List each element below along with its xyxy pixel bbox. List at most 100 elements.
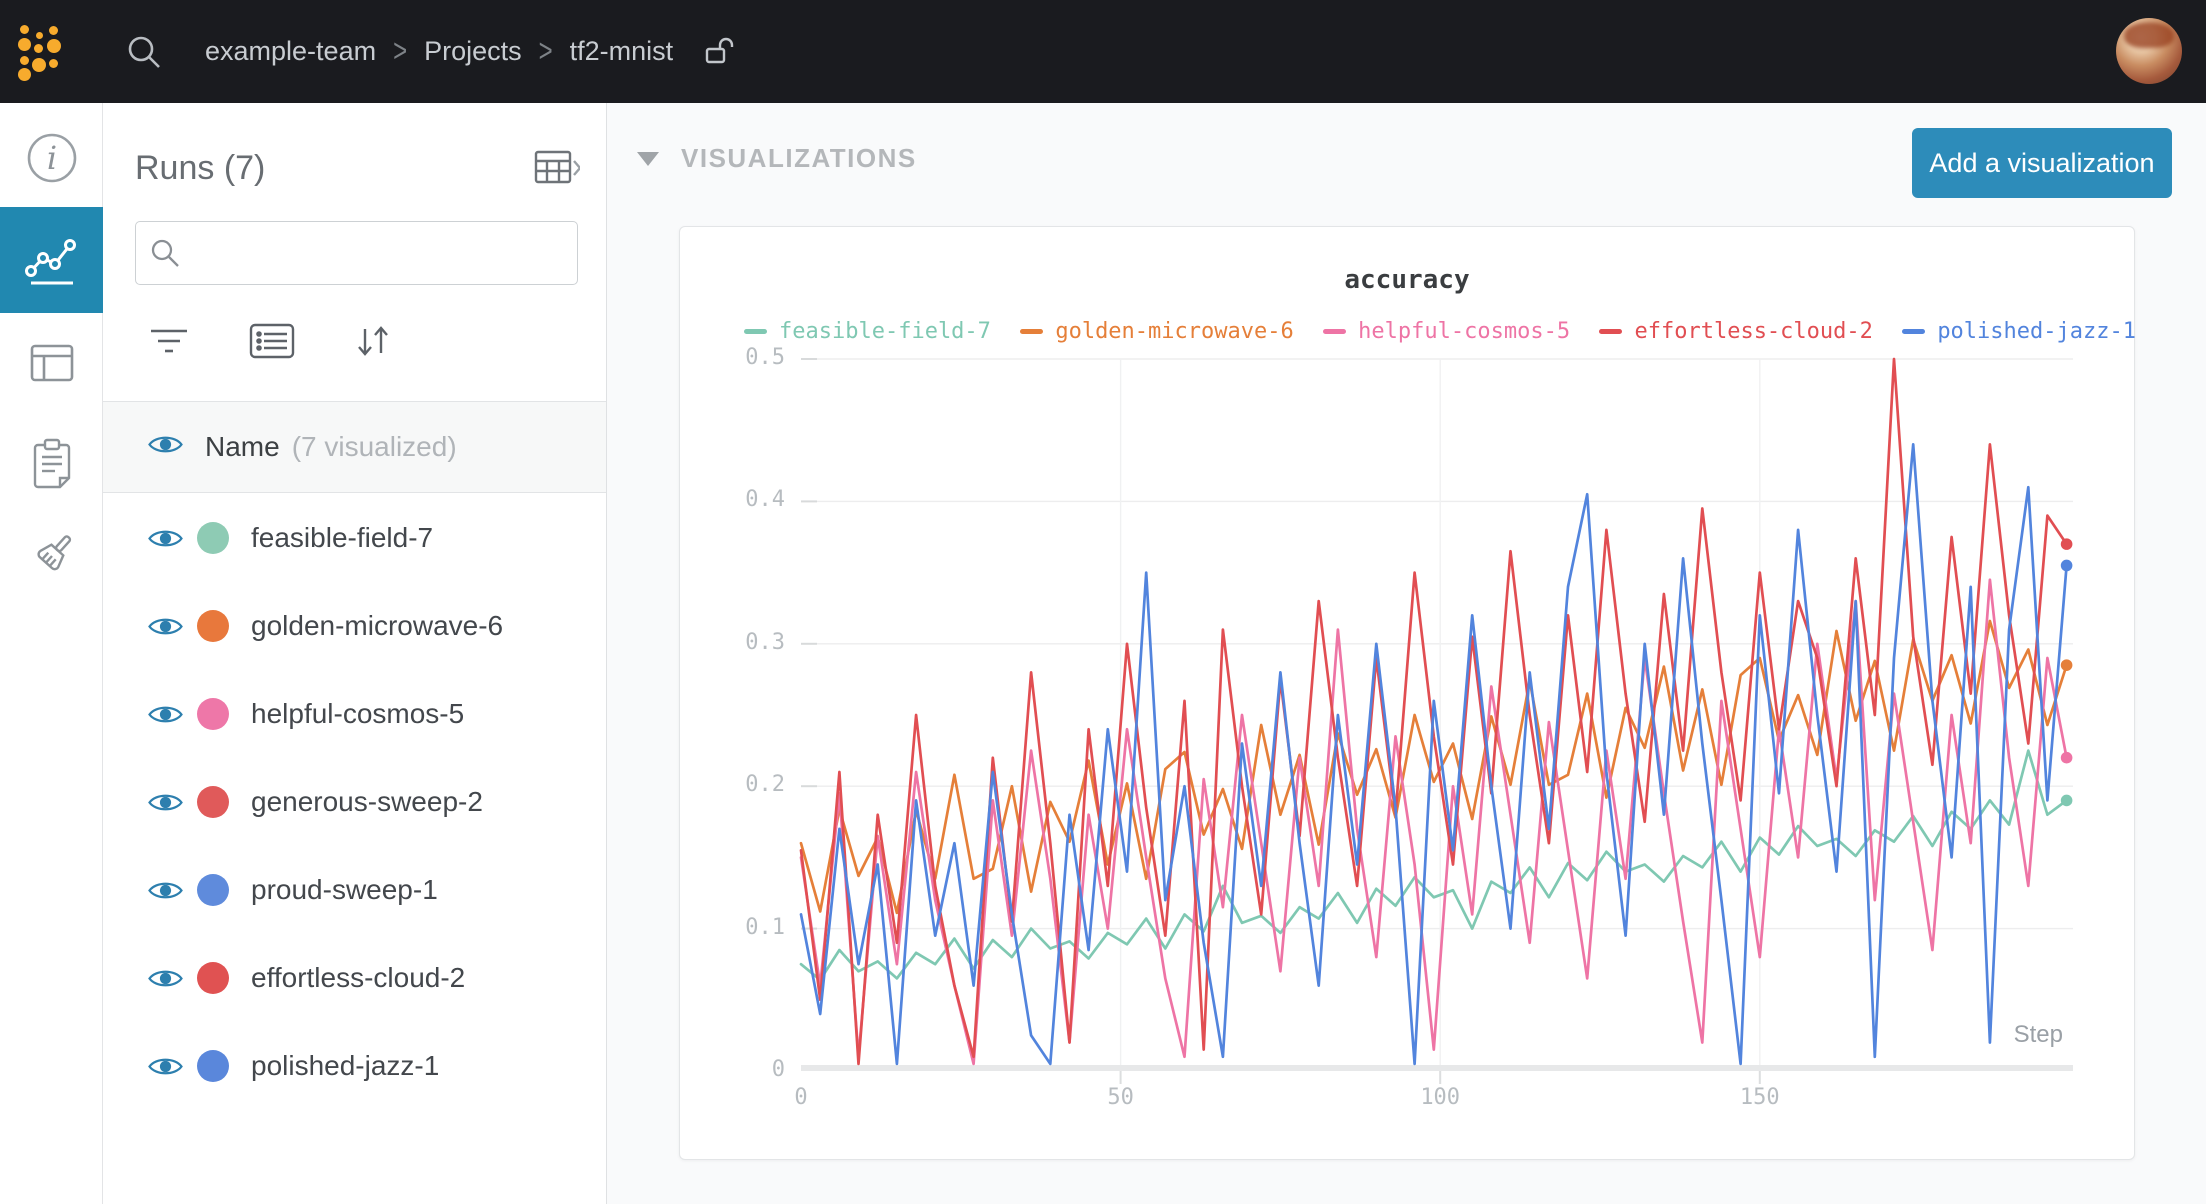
x-axis-tick-label: 150	[1715, 1085, 1805, 1110]
run-row[interactable]: generous-sweep-2	[103, 758, 606, 846]
accuracy-chart-panel[interactable]: accuracy feasible-field-7 golden-microwav…	[679, 226, 2135, 1160]
visibility-eye-icon[interactable]	[147, 966, 184, 991]
legend-dash-icon	[1020, 329, 1043, 334]
x-axis-tick-label: 0	[756, 1085, 846, 1110]
tab-sweeps[interactable]	[0, 511, 103, 601]
breadcrumb-team[interactable]: example-team	[205, 36, 376, 67]
run-name[interactable]: proud-sweep-1	[251, 874, 438, 906]
run-table-icon	[534, 149, 580, 187]
y-axis-tick-label: 0.2	[705, 772, 785, 797]
run-name[interactable]: polished-jazz-1	[251, 1050, 439, 1082]
legend-series-name: feasible-field-7	[779, 319, 991, 344]
y-axis-tick-label: 0.4	[705, 487, 785, 512]
visualizations-section-toggle[interactable]: VISUALIZATIONS	[637, 143, 917, 174]
line-chart	[801, 359, 2073, 1071]
unlock-icon	[704, 35, 736, 69]
tab-overview-info[interactable]: i	[0, 112, 103, 204]
run-color-dot	[197, 1050, 229, 1082]
run-name[interactable]: helpful-cosmos-5	[251, 698, 464, 730]
y-axis-tick-label: 0.5	[705, 345, 785, 370]
legend-dash-icon	[744, 329, 767, 334]
visibility-eye-icon[interactable]	[147, 432, 184, 457]
legend-series-name: polished-jazz-1	[1937, 319, 2136, 344]
legend-item[interactable]: effortless-cloud-2	[1599, 319, 1872, 344]
broom-icon	[24, 528, 80, 584]
clipboard-icon	[26, 435, 78, 491]
run-name[interactable]: generous-sweep-2	[251, 786, 483, 818]
plot-area[interactable]: Step 00.10.20.30.40.5050100150	[801, 359, 2073, 1071]
run-color-dot	[197, 610, 229, 642]
legend-series-name: effortless-cloud-2	[1634, 319, 1872, 344]
user-avatar[interactable]	[2116, 18, 2182, 84]
sort-button[interactable]	[353, 321, 393, 361]
line-chart-icon	[23, 231, 81, 289]
breadcrumb-projects[interactable]: Projects	[424, 36, 522, 67]
visibility-eye-icon[interactable]	[147, 702, 184, 727]
run-row[interactable]: golden-microwave-6	[103, 582, 606, 670]
chart-title: accuracy	[680, 265, 2134, 295]
breadcrumb-project-name[interactable]: tf2-mnist	[570, 36, 674, 67]
chart-legend: feasible-field-7 golden-microwave-6 helpfu…	[744, 319, 2136, 344]
run-name[interactable]: golden-microwave-6	[251, 610, 503, 642]
name-column-label: Name	[205, 431, 280, 463]
run-name[interactable]: feasible-field-7	[251, 522, 433, 554]
top-navbar: example-team > Projects > tf2-mnist	[0, 0, 2206, 103]
tab-notes[interactable]	[0, 418, 103, 508]
run-color-dot	[197, 698, 229, 730]
filter-button[interactable]	[147, 324, 191, 358]
y-axis-tick-label: 0.3	[705, 630, 785, 655]
collapse-triangle-icon	[637, 152, 659, 166]
legend-item[interactable]: polished-jazz-1	[1902, 319, 2136, 344]
svg-text:i: i	[46, 139, 56, 177]
visibility-eye-icon[interactable]	[147, 614, 184, 639]
breadcrumb-separator: >	[539, 33, 553, 71]
run-list: feasible-field-7 golden-microwave-6 helpfu…	[103, 494, 606, 1204]
visibility-eye-icon[interactable]	[147, 526, 184, 551]
y-axis-tick-label: 0.1	[705, 915, 785, 940]
search-icon[interactable]	[126, 34, 162, 70]
wandb-project-page: example-team > Projects > tf2-mnist i	[0, 0, 2206, 1204]
legend-series-name: golden-microwave-6	[1055, 319, 1293, 344]
legend-dash-icon	[1599, 329, 1622, 334]
legend-item[interactable]: golden-microwave-6	[1020, 319, 1293, 344]
tab-table[interactable]	[0, 318, 103, 408]
visibility-eye-icon[interactable]	[147, 1054, 184, 1079]
sort-arrows-icon	[353, 321, 393, 361]
wandb-logo-icon[interactable]	[16, 23, 62, 80]
tab-charts-active[interactable]	[0, 207, 103, 313]
table-panel-icon	[25, 338, 79, 388]
legend-series-name: helpful-cosmos-5	[1358, 319, 1570, 344]
legend-dash-icon	[1323, 329, 1346, 334]
run-row[interactable]: feasible-field-7	[103, 494, 606, 582]
runs-sidebar: Runs (7)	[103, 103, 607, 1204]
visualized-count-label: (7 visualized)	[292, 431, 457, 463]
visibility-eye-icon[interactable]	[147, 790, 184, 815]
left-icon-rail: i	[0, 103, 103, 1204]
run-name[interactable]: effortless-cloud-2	[251, 962, 465, 994]
run-row[interactable]: proud-sweep-1	[103, 846, 606, 934]
runs-count-title: Runs (7)	[135, 149, 265, 188]
y-axis-tick-label: 0	[705, 1057, 785, 1082]
run-row[interactable]: polished-jazz-1	[103, 1022, 606, 1110]
add-visualization-button[interactable]: Add a visualization	[1912, 128, 2172, 198]
legend-item[interactable]: feasible-field-7	[744, 319, 991, 344]
info-icon: i	[25, 131, 79, 185]
run-row[interactable]: effortless-cloud-2	[103, 934, 606, 1022]
visualizations-section-label: VISUALIZATIONS	[681, 143, 917, 174]
run-list-header: Name (7 visualized)	[103, 401, 606, 493]
run-search-input[interactable]	[192, 238, 563, 269]
run-search-box	[135, 221, 578, 285]
run-color-dot	[197, 962, 229, 994]
list-icon	[249, 323, 295, 359]
x-axis-tick-label: 50	[1076, 1085, 1166, 1110]
group-button[interactable]	[249, 323, 295, 359]
toggle-all-visibility-icon[interactable]	[147, 432, 184, 462]
expand-run-table-button[interactable]	[534, 149, 580, 187]
search-icon	[150, 238, 180, 268]
legend-item[interactable]: helpful-cosmos-5	[1323, 319, 1570, 344]
runs-header: Runs (7)	[135, 137, 580, 199]
run-row[interactable]: helpful-cosmos-5	[103, 670, 606, 758]
run-color-dot	[197, 786, 229, 818]
visibility-eye-icon[interactable]	[147, 878, 184, 903]
workspace-main: VISUALIZATIONS Add a visualization accur…	[607, 103, 2206, 1204]
